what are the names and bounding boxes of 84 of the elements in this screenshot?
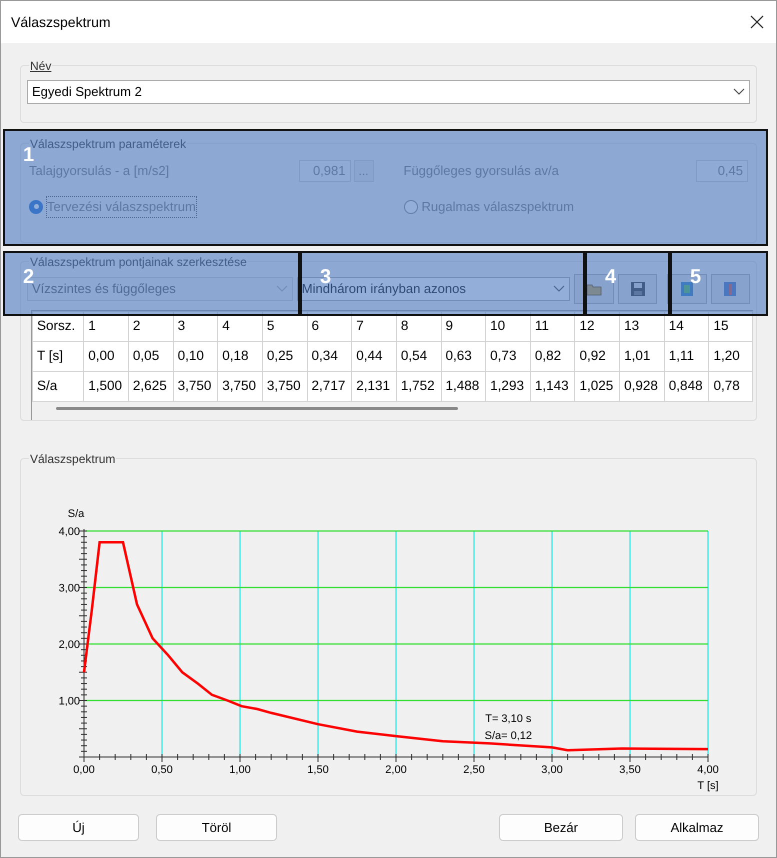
cursor-readout: T= 3,10 s xyxy=(485,713,532,726)
table-cell: 0,82 xyxy=(530,342,575,372)
action-button[interactable]: Töröl xyxy=(156,814,277,841)
row-header: Sorsz. xyxy=(32,312,84,342)
table-cell: 2,625 xyxy=(128,372,174,402)
y-tick-label: 3,00 xyxy=(58,582,80,594)
dropdown-value: Vízszintes és függőleges xyxy=(32,281,176,298)
table-cell: 0,05 xyxy=(128,342,174,372)
x-tick-label: 3,00 xyxy=(541,764,563,776)
table-cell: 13 xyxy=(620,312,664,342)
radio-button[interactable] xyxy=(29,200,43,214)
table-cell: 4 xyxy=(218,312,262,342)
x-tick-label: 0,00 xyxy=(73,764,95,776)
row-header: S/a xyxy=(32,372,84,402)
name-dropdown[interactable]: Egyedi Spektrum 2 xyxy=(27,80,750,104)
dropdown-value: Egyedi Spektrum 2 xyxy=(32,83,142,102)
table-cell: 14 xyxy=(664,312,709,342)
y-tick-label: 1,00 xyxy=(58,696,80,708)
x-axis-label: T [s] xyxy=(697,780,719,792)
table-cell: 0,73 xyxy=(486,342,530,372)
chevron-icon xyxy=(553,285,566,293)
scrollbar-thumb[interactable] xyxy=(56,407,458,410)
table-cell: 1,20 xyxy=(708,342,752,372)
table-cell: 6 xyxy=(307,312,352,342)
table-cell: 3,750 xyxy=(173,372,218,402)
table-cell: 2,717 xyxy=(307,372,352,402)
folder-icon xyxy=(586,282,602,296)
document-icon xyxy=(722,281,738,297)
table-cell: 1,11 xyxy=(664,342,709,372)
table-cell: 10 xyxy=(486,312,530,342)
table-cell: 0,00 xyxy=(84,342,128,372)
chevron-icon xyxy=(733,88,745,96)
table-cell: 1 xyxy=(84,312,128,342)
close-icon[interactable] xyxy=(750,15,764,29)
x-tick-label: 1,00 xyxy=(229,764,251,776)
table-cell: 0,10 xyxy=(173,342,218,372)
radio-button[interactable] xyxy=(404,200,418,214)
table-cell: 5 xyxy=(262,312,308,342)
table-cell: 1,500 xyxy=(84,372,128,402)
table-cell: 0,18 xyxy=(218,342,262,372)
table-cell: 12 xyxy=(574,312,620,342)
table-cell: 2 xyxy=(128,312,174,342)
cursor-readout: S/a= 0,12 xyxy=(484,730,532,742)
table-cell: 1,752 xyxy=(396,372,442,402)
callout-number: 5 xyxy=(690,267,702,287)
table-cell: 0,34 xyxy=(307,342,352,372)
table-cell: 3,750 xyxy=(262,372,308,402)
table-cell: 0,63 xyxy=(441,342,486,372)
callout-number: 4 xyxy=(605,267,616,287)
y-tick-label: 4,00 xyxy=(58,526,80,538)
table-cell: 1,01 xyxy=(620,342,664,372)
table-cell: 0,44 xyxy=(352,342,396,372)
x-tick-label: 3,50 xyxy=(619,764,641,776)
table-cell: 0,848 xyxy=(664,372,709,402)
table-cell: 3,750 xyxy=(218,372,262,402)
table-cell: 0,78 xyxy=(708,372,752,402)
x-tick-label: 1,50 xyxy=(307,764,329,776)
table-cell: 1,293 xyxy=(486,372,530,402)
table-cell: 2,131 xyxy=(352,372,396,402)
table-cell: 15 xyxy=(708,312,752,342)
y-axis-label: S/a xyxy=(68,508,84,520)
table-cell: 0,92 xyxy=(574,342,620,372)
x-tick-label: 2,50 xyxy=(463,764,485,776)
table-cell: 8 xyxy=(396,312,442,342)
chevron-icon xyxy=(276,285,288,293)
action-button[interactable]: Alkalmaz xyxy=(635,814,759,841)
row-header: T [s] xyxy=(32,342,84,372)
table-cell: 11 xyxy=(530,312,575,342)
x-tick-label: 4,00 xyxy=(697,764,719,776)
table-cell: 0,54 xyxy=(396,342,442,372)
table-cell: 0,25 xyxy=(262,342,308,372)
table-cell: 7 xyxy=(352,312,396,342)
table-cell: 1,143 xyxy=(530,372,575,402)
table-cell: 3 xyxy=(173,312,218,342)
window-title: Válaszspektrum xyxy=(11,12,111,32)
x-tick-label: 2,00 xyxy=(385,764,407,776)
x-tick-label: 0,50 xyxy=(151,764,173,776)
action-button[interactable]: Új xyxy=(18,814,139,841)
table-cell: 0,928 xyxy=(620,372,664,402)
table-cell: 9 xyxy=(441,312,486,342)
y-tick-label: 2,00 xyxy=(58,639,80,651)
table-cell: 1,025 xyxy=(574,372,620,402)
action-button[interactable]: Bezár xyxy=(499,814,623,841)
table-cell: 1,488 xyxy=(441,372,486,402)
